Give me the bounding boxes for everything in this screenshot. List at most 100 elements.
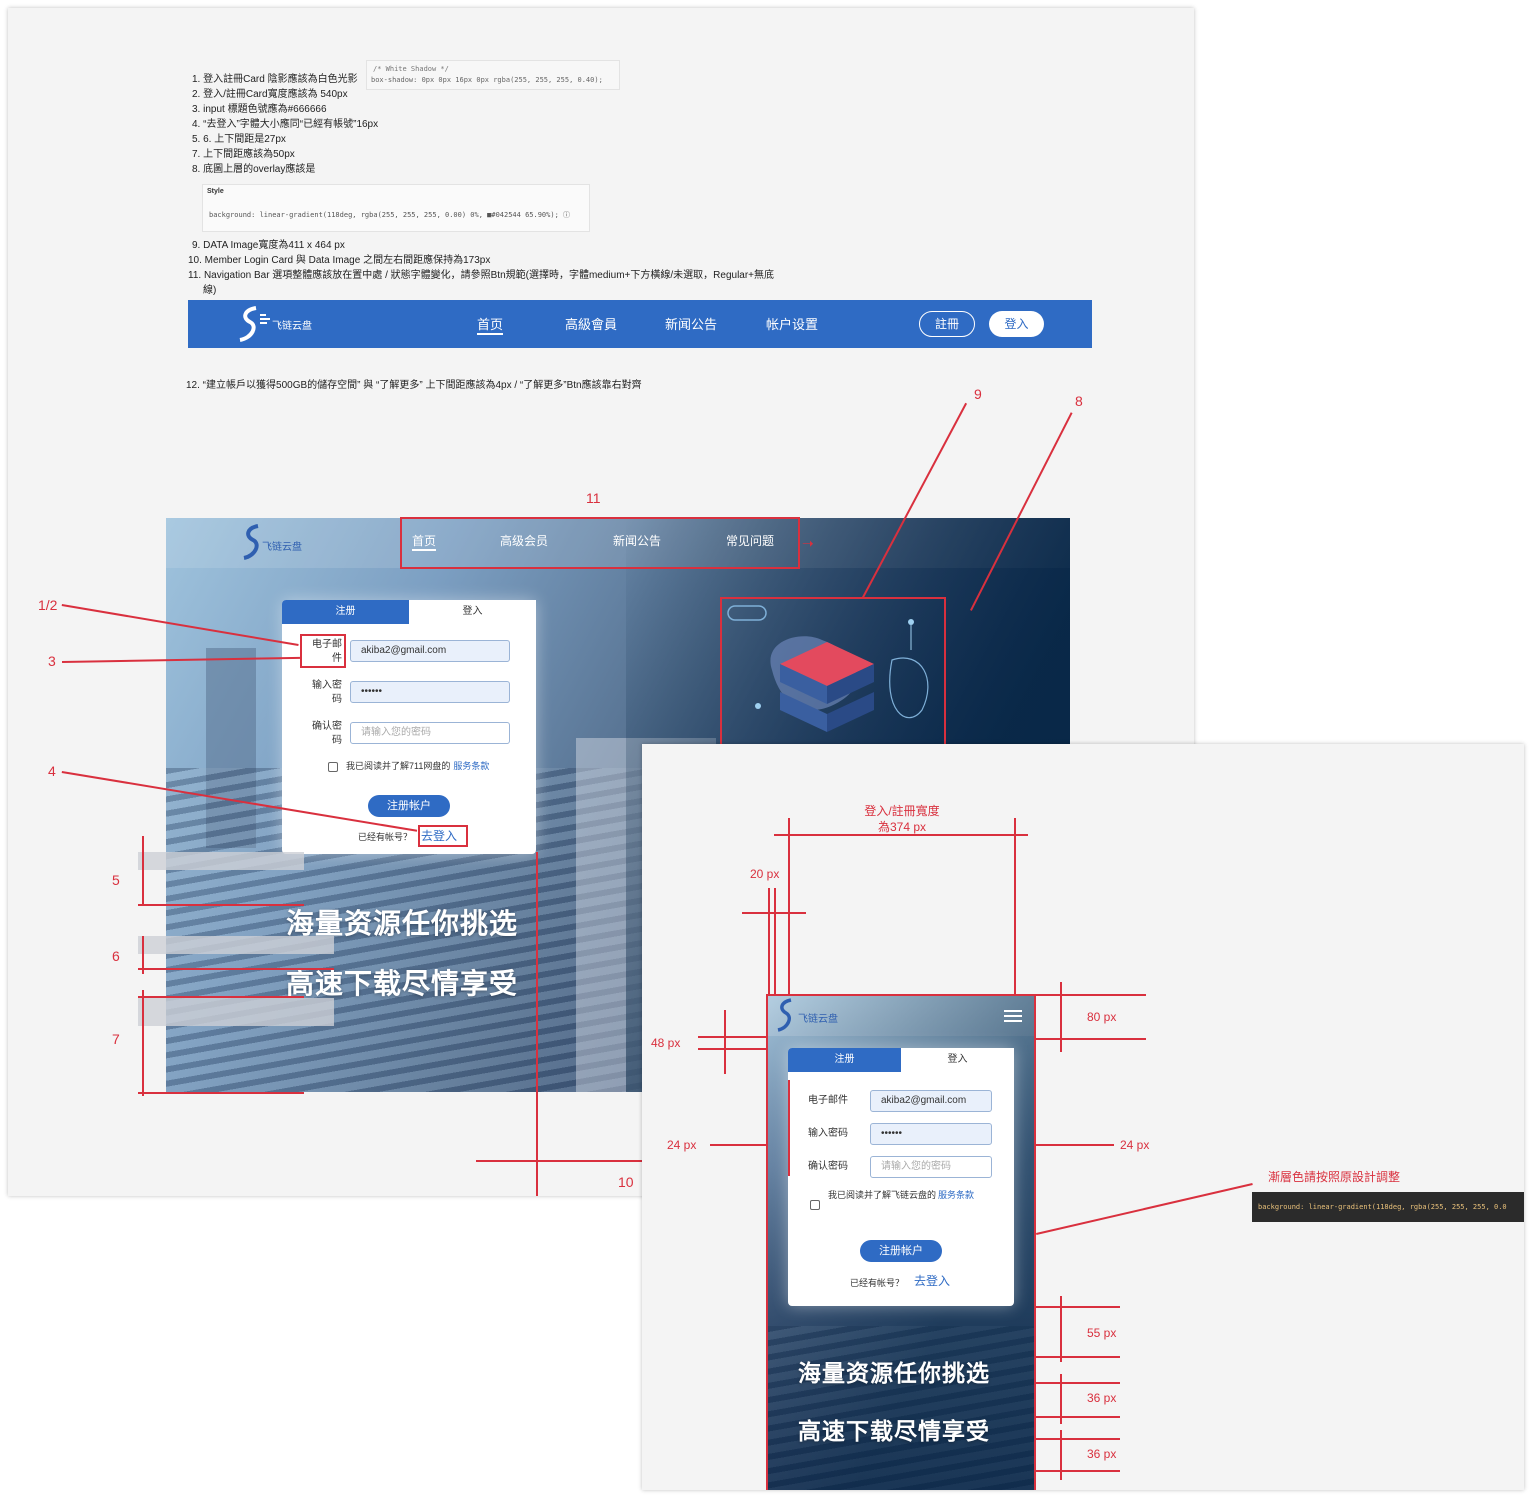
annot-box-goto-login — [418, 825, 468, 847]
annot-gradient-note: 漸層色請按照原設計調整 — [1268, 1170, 1401, 1184]
annot-mobile-frame — [766, 994, 1036, 1490]
marker-5-h — [138, 904, 304, 906]
desk-have-account: 已经有帐号？ — [358, 832, 413, 842]
desk-agree-checkbox[interactable] — [328, 762, 338, 772]
nav-item-account[interactable]: 帐户设置 — [766, 314, 818, 333]
annot-5: 5 — [112, 872, 120, 888]
annot-10: 10 — [618, 1174, 634, 1190]
sample-navbar: 飞链云盘 首页 高級會員 新闻公告 帐户设置 註冊 登入 — [188, 300, 1092, 348]
annot-arrow-icon: ➝ — [802, 535, 814, 551]
note-10: 10. Member Login Card 與 Data Image 之間左右間… — [188, 255, 491, 266]
spacing-block-6 — [138, 936, 334, 954]
gradient-prop: background: linear-gradient(118deg, rgba… — [209, 211, 571, 219]
annot-1-2: 1/2 — [38, 597, 58, 613]
note-5: 5. 6. 上下間距是27px — [192, 134, 286, 145]
annot-6: 6 — [112, 948, 120, 964]
annot-9: 9 — [974, 386, 982, 402]
desk-submit-button[interactable]: 注册帐户 — [368, 795, 450, 817]
px36a-bottom — [1034, 1416, 1120, 1418]
desk-password-input[interactable]: •••••• — [350, 681, 510, 703]
note-9: 9. DATA Image寬度為411 x 464 px — [192, 240, 345, 251]
marker-5-vert — [142, 836, 144, 906]
px36a-top — [1034, 1382, 1120, 1384]
width-line — [774, 834, 1028, 836]
annot-80px: 80 px — [1087, 1010, 1117, 1024]
brand-name: 飞链云盘 — [272, 321, 312, 332]
px80-top — [1030, 994, 1146, 996]
style-title: Style — [207, 188, 224, 195]
marker-6-h — [138, 968, 334, 970]
px48-v — [724, 1010, 726, 1074]
annot-width-title-2: 為374 px — [877, 820, 927, 834]
px80-v — [1060, 982, 1062, 1052]
marker-7-vert — [142, 990, 144, 1096]
marker-7-bottom — [138, 1092, 304, 1094]
desk-label-confirm: 确认密码 — [312, 721, 342, 746]
annot-3: 3 — [48, 653, 56, 669]
desk-agree-line: 我已阅读并了解711网盘的 服务条款 — [346, 759, 489, 772]
shadow-prop: box-shadow: 0px 0px 16px 0px rgba(255, 2… — [371, 76, 603, 84]
login-button[interactable]: 登入 — [989, 311, 1044, 337]
desk-agree-text: 我已阅读并了解711网盘的 — [346, 761, 451, 771]
annot-36px-a: 36 px — [1087, 1391, 1117, 1405]
annot-box-label — [300, 634, 346, 668]
brand-logo-icon — [238, 306, 260, 342]
mobile-gradient-snippet: background: linear-gradient(118deg, rgba… — [1252, 1192, 1524, 1222]
desk-tab-register[interactable]: 注册 — [282, 600, 409, 624]
annot-20px: 20 px — [750, 867, 780, 881]
shadow-comment: /* White Shadow */ — [373, 65, 449, 73]
px55-v — [1060, 1296, 1062, 1362]
desk-brand: 飞链云盘 — [262, 542, 302, 553]
desk-label-password: 输入密码 — [312, 680, 342, 705]
annot-48px: 48 px — [651, 1036, 681, 1050]
annot-7: 7 — [112, 1031, 120, 1047]
desk-email-input[interactable]: akiba2@gmail.com — [350, 640, 510, 662]
px36b-v — [1060, 1430, 1062, 1480]
note-2: 2. 登入/註冊Card寬度應該為 540px — [192, 89, 348, 100]
marker-10-vert — [536, 852, 538, 1196]
spacing-block-7 — [138, 998, 334, 1026]
note-7: 7. 上下間距應該為50px — [192, 149, 295, 160]
nav-item-premium[interactable]: 高級會員 — [565, 314, 617, 333]
note-4: 4. “去登入”字體大小應同“已經有帳號”16px — [192, 119, 379, 130]
width-left-tick — [788, 818, 790, 998]
note-3: 3. input 標題色號應為#666666 — [192, 104, 327, 115]
annot-11: 11 — [586, 490, 601, 506]
desk-confirm-input[interactable]: 请输入您的密码 — [350, 722, 510, 744]
annot-box-nav — [400, 517, 800, 569]
note-11a: 11. Navigation Bar 選項整體應該放在置中處 / 狀態字體變化，… — [188, 270, 775, 281]
marker-10-h — [476, 1160, 642, 1162]
shadow-code-snippet: /* White Shadow */ box-shadow: 0px 0px 1… — [366, 60, 620, 90]
annot-width-title-1: 登入/註冊寬度 — [864, 804, 940, 818]
desk-terms-link[interactable]: 服务条款 — [453, 761, 489, 771]
nav-item-home[interactable]: 首页 — [477, 314, 503, 333]
nav-item-news[interactable]: 新闻公告 — [665, 314, 717, 333]
width-right-tick — [1014, 818, 1016, 998]
brand-lines-icon — [260, 314, 270, 324]
nav-active-underline — [477, 333, 503, 335]
spacing-block-5 — [138, 852, 304, 870]
annot-4: 4 — [48, 763, 56, 779]
gradient-code-snippet: Style background: linear-gradient(118deg… — [202, 184, 590, 232]
px36b-top — [1034, 1438, 1120, 1440]
mob-label-guide — [788, 1080, 790, 1176]
note-11b: 線) — [203, 285, 217, 296]
note-12: 12. “建立帳戶以獲得500GB的儲存空間” 與 “了解更多” 上下間距應該為… — [186, 380, 642, 391]
annot-box-data-image — [720, 597, 946, 747]
px36b-bottom — [1034, 1470, 1120, 1472]
marker-7-top — [138, 996, 304, 998]
px36a-v — [1060, 1374, 1062, 1424]
annot-24px-right: 24 px — [1120, 1138, 1150, 1152]
px80-bottom — [1030, 1038, 1146, 1040]
note-8: 8. 底圖上層的overlay應該是 — [192, 164, 316, 175]
note-1: 1. 登入註冊Card 陰影應該為白色光影 — [192, 74, 358, 85]
register-button[interactable]: 註冊 — [919, 311, 975, 337]
annot-8: 8 — [1075, 393, 1083, 409]
px55-top — [1034, 1306, 1120, 1308]
px55-bottom — [1034, 1356, 1120, 1358]
desk-tab-login[interactable]: 登入 — [409, 600, 536, 624]
annot-55px: 55 px — [1087, 1326, 1117, 1340]
desk-logo-icon — [242, 524, 262, 560]
annot-24px-left: 24 px — [667, 1138, 697, 1152]
px20-v2 — [774, 888, 776, 998]
